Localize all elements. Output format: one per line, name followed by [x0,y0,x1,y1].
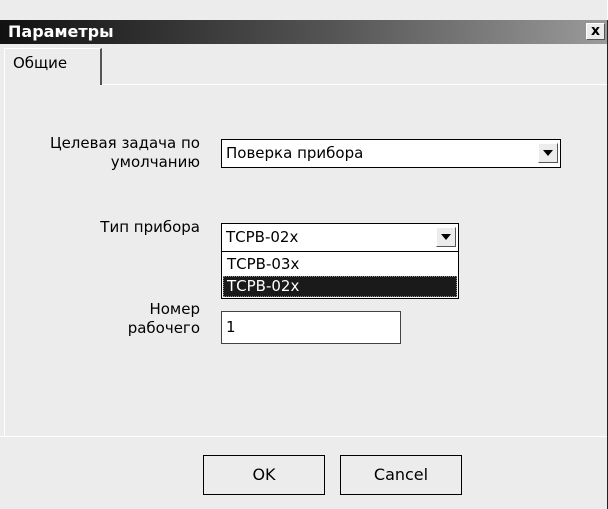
close-button[interactable]: x [586,23,605,40]
worker-number-label: Номер рабочего [127,300,200,337]
tab-general-label: Общие [13,54,68,72]
worker-number-field[interactable]: 1 [221,311,401,344]
close-icon: x [590,23,601,39]
tab-divider [101,84,607,85]
device-type-label: Тип прибора [100,218,200,236]
dialog-title: Параметры [8,22,114,41]
cancel-button[interactable]: Cancel [340,455,462,495]
default-task-select[interactable]: Поверка прибора [221,139,561,168]
default-task-dropdown-button[interactable] [538,143,558,163]
device-type-value: ТСРВ-02х [226,228,299,246]
device-type-dropdown-button[interactable] [436,227,456,247]
worker-number-value: 1 [226,318,236,336]
default-task-value: Поверка прибора [226,144,364,162]
device-type-options: ТСРВ-03х ТСРВ-02х [221,251,459,299]
default-task-label: Целевая задача по умолчанию [49,134,200,171]
option-tsrv-02x[interactable]: ТСРВ-02х [223,276,457,297]
ok-button[interactable]: OK [203,455,325,495]
chevron-down-icon [441,234,451,240]
option-tsrv-03x[interactable]: ТСРВ-03х [223,254,457,275]
button-separator [0,436,607,437]
panel-border [4,84,5,436]
device-type-select[interactable]: ТСРВ-02х [221,223,459,252]
title-bar: Параметры x [0,20,607,44]
parameters-dialog: Параметры x Общие Целевая задача по умол… [0,0,607,509]
chevron-down-icon [543,150,553,156]
tab-general[interactable]: Общие [4,48,102,85]
